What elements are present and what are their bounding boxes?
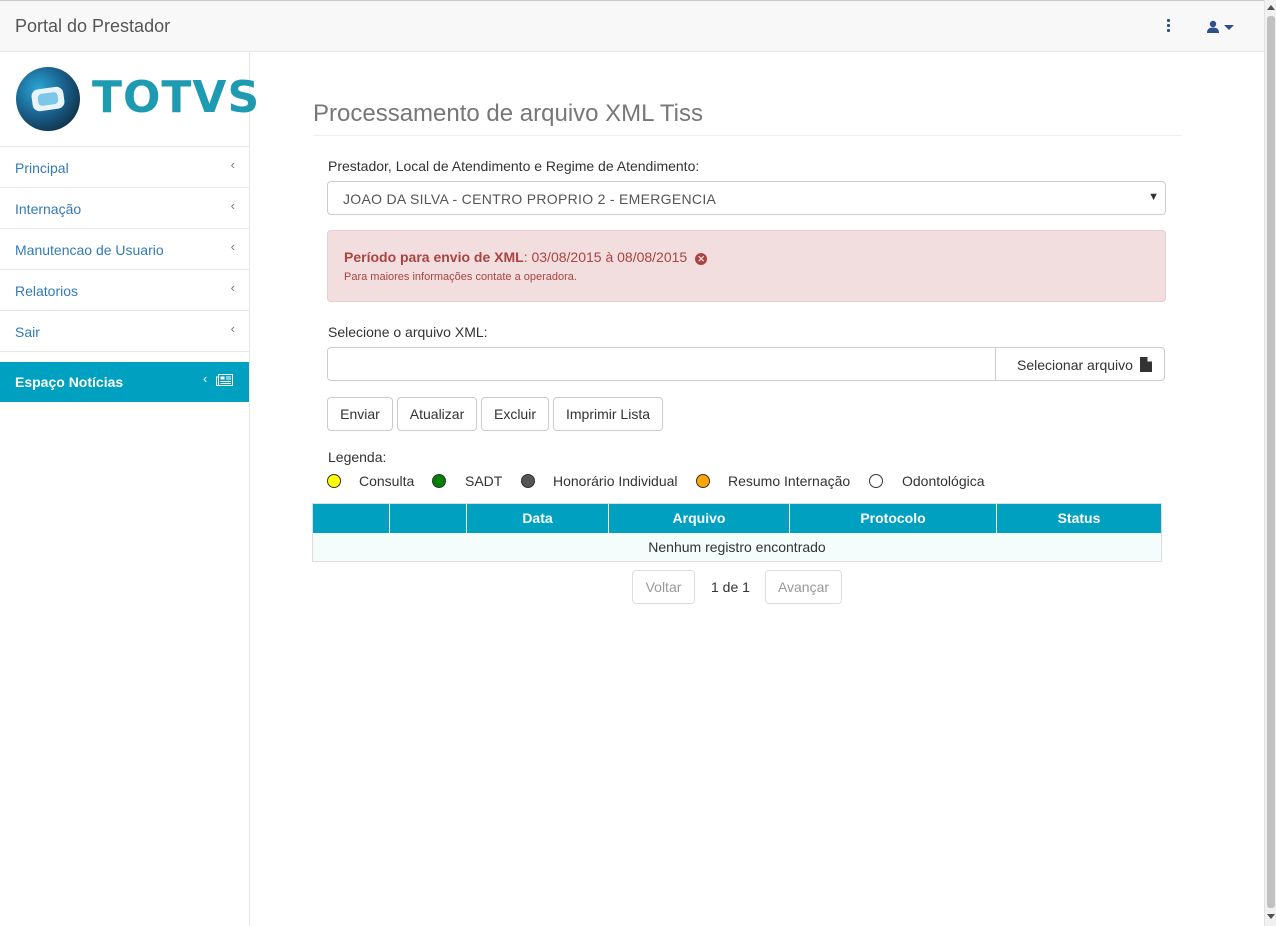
sidebar-item-principal[interactable]: Principal ‹ xyxy=(0,147,249,188)
sidebar-item-label: Sair xyxy=(15,324,40,340)
more-options-icon[interactable] xyxy=(1160,17,1176,37)
print-list-button[interactable]: Imprimir Lista xyxy=(553,397,663,431)
sidebar-item-espaco-noticias[interactable]: Espaço Notícias ‹ xyxy=(0,362,249,402)
column-header-type xyxy=(390,504,467,533)
chevron-left-icon: ‹ xyxy=(230,280,235,295)
column-header-arquivo[interactable]: Arquivo xyxy=(609,504,790,533)
sidebar: TOTVS Principal ‹ Internação ‹ Manutenca… xyxy=(0,52,259,926)
refresh-button[interactable]: Atualizar xyxy=(397,397,477,431)
navbar-brand[interactable]: Portal do Prestador xyxy=(15,16,170,37)
legend-dot-odontologica xyxy=(869,474,883,488)
period-alert: Período para envio de XML: 03/08/2015 à … xyxy=(327,230,1166,302)
chevron-left-icon: ‹ xyxy=(230,239,235,254)
column-header-select xyxy=(313,504,390,533)
legend-item-sadt: SADT xyxy=(465,473,503,489)
user-menu-button[interactable] xyxy=(1200,15,1240,39)
column-header-protocolo[interactable]: Protocolo xyxy=(790,504,997,533)
user-icon xyxy=(1207,20,1219,33)
delete-button[interactable]: Excluir xyxy=(481,397,549,431)
page-title: Processamento de arquivo XML Tiss xyxy=(313,100,703,127)
select-file-label: Selecionar arquivo xyxy=(1017,357,1133,373)
title-divider xyxy=(313,135,1181,136)
legend-dot-honorario xyxy=(521,474,535,488)
prestador-select[interactable]: JOAO DA SILVA - CENTRO PROPRIO 2 - EMERG… xyxy=(327,181,1166,215)
scroll-up-arrow-icon[interactable] xyxy=(1267,5,1275,10)
sidebar-item-relatorios[interactable]: Relatorios ‹ xyxy=(0,270,249,311)
legend-item-odontologica: Odontológica xyxy=(902,473,985,489)
file-label: Selecione o arquivo XML: xyxy=(328,324,488,340)
alert-period-line: Período para envio de XML: 03/08/2015 à … xyxy=(344,249,708,265)
sidebar-item-label: Internação xyxy=(15,201,82,217)
table-header: Data Arquivo Protocolo Status xyxy=(313,504,1161,533)
column-header-data[interactable]: Data xyxy=(467,504,609,533)
scrollbar-thumb[interactable] xyxy=(1267,16,1275,908)
alert-period-dates: : 03/08/2015 à 08/08/2015 xyxy=(523,249,688,265)
file-icon xyxy=(1140,357,1152,372)
chevron-left-icon: ‹ xyxy=(230,157,235,172)
close-circle-icon[interactable]: ✕ xyxy=(695,253,708,265)
legend-dot-sadt xyxy=(432,474,446,488)
totvs-globe-icon xyxy=(16,67,80,131)
page-info: 1 de 1 xyxy=(711,579,750,595)
logo-wordmark: TOTVS xyxy=(92,72,261,123)
previous-page-button[interactable]: Voltar xyxy=(632,570,695,604)
column-header-status[interactable]: Status xyxy=(997,504,1161,533)
sidebar-item-label: Manutencao de Usuario xyxy=(15,242,164,258)
chevron-left-icon: ‹ xyxy=(203,371,208,386)
scroll-down-arrow-icon[interactable] xyxy=(1267,914,1275,919)
vertical-scrollbar[interactable] xyxy=(1264,0,1276,926)
prestador-label: Prestador, Local de Atendimento e Regime… xyxy=(328,158,700,174)
sidebar-item-sair[interactable]: Sair ‹ xyxy=(0,311,249,352)
legend-label: Legenda: xyxy=(328,449,387,465)
caret-down-icon: ▼ xyxy=(1148,191,1159,203)
legend-item-consulta: Consulta xyxy=(359,473,415,489)
caret-down-icon xyxy=(1224,25,1234,30)
next-page-button[interactable]: Avançar xyxy=(765,570,842,604)
totvs-logo[interactable]: TOTVS xyxy=(0,52,259,147)
file-path-input[interactable] xyxy=(327,347,997,381)
newspaper-icon xyxy=(216,374,233,386)
sidebar-item-manutencao-usuario[interactable]: Manutencao de Usuario ‹ xyxy=(0,229,249,270)
table-empty-message: Nenhum registro encontrado xyxy=(313,533,1161,561)
legend-item-honorario: Honorário Individual xyxy=(553,473,678,489)
sidebar-item-label: Espaço Notícias xyxy=(15,374,124,390)
select-file-button[interactable]: Selecionar arquivo xyxy=(995,347,1165,381)
chevron-left-icon: ‹ xyxy=(230,198,235,213)
xml-files-table: Data Arquivo Protocolo Status Nenhum reg… xyxy=(312,503,1162,562)
sidebar-item-label: Relatorios xyxy=(15,283,79,299)
send-button[interactable]: Enviar xyxy=(327,397,393,431)
legend-item-resumo: Resumo Internação xyxy=(728,473,851,489)
sidebar-item-internacao[interactable]: Internação ‹ xyxy=(0,188,249,229)
top-navbar: Portal do Prestador xyxy=(0,0,1264,52)
chevron-left-icon: ‹ xyxy=(230,321,235,336)
alert-period-title: Período para envio de XML xyxy=(344,249,524,265)
prestador-select-value: JOAO DA SILVA - CENTRO PROPRIO 2 - EMERG… xyxy=(343,191,717,207)
legend-dot-consulta xyxy=(327,474,341,488)
sidebar-item-label: Principal xyxy=(15,160,69,176)
legend-dot-resumo xyxy=(696,474,710,488)
alert-detail: Para maiores informações contate a opera… xyxy=(344,271,577,283)
